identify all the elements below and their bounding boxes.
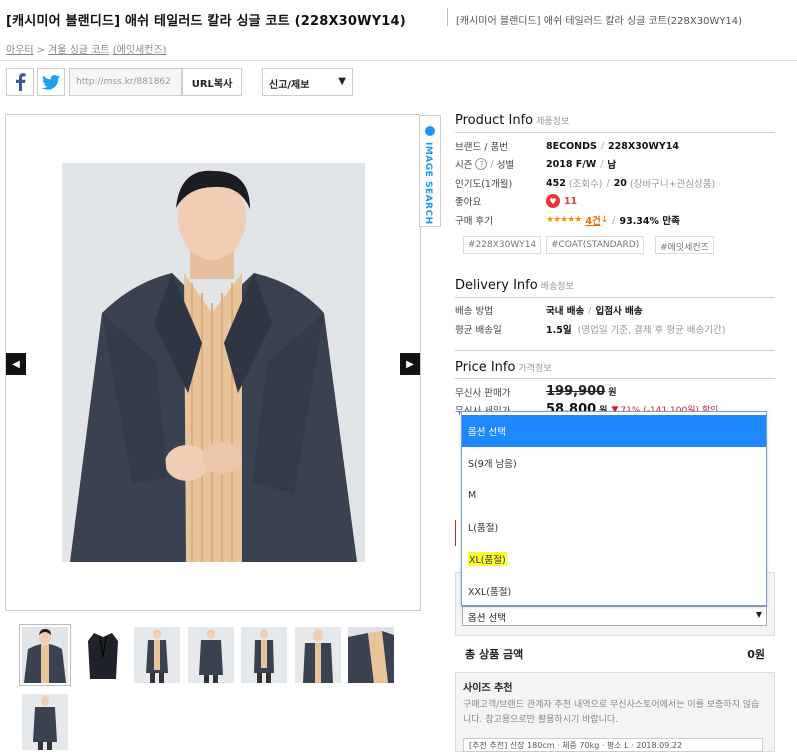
tag-chip[interactable]: #COAT(STANDARD) <box>546 236 645 254</box>
product-code: 228X30WY14 <box>608 140 679 152</box>
main-product-image[interactable] <box>62 163 365 562</box>
popularity-row: 인기도(1개월) 452 (조회수)/ 20 (장바구니+관심상품) <box>455 177 716 191</box>
report-select[interactable]: 신고/제보 ▼ <box>262 68 353 96</box>
option-item[interactable]: S(9개 남음) <box>462 447 766 479</box>
breadcrumb-item-category[interactable]: 겨울 싱글 코트 <box>48 45 110 56</box>
share-url-field[interactable]: http://mss.kr/881862 <box>69 68 182 96</box>
breadcrumb: 아우터 > 겨울 싱글 코트 (에잇세컨즈) <box>6 45 167 56</box>
product-title: [캐시미어 블랜디드] 애쉬 테일러드 칼라 싱글 코트 (228X30WY14… <box>6 14 406 29</box>
breadcrumb-item-brand[interactable]: (에잇세컨즈) <box>113 45 167 56</box>
twitter-icon <box>42 74 60 90</box>
arrow-down-icon: ↓ <box>600 215 609 225</box>
section-divider <box>455 132 775 133</box>
gender-value: 남 <box>607 160 617 171</box>
like-count: 11 <box>564 195 578 207</box>
price-info-title: Price Info 가격정보 <box>455 360 552 375</box>
chevron-down-icon: ▼ <box>338 76 346 87</box>
total-label: 총 상품 금액 <box>465 648 524 661</box>
thumbnail[interactable] <box>80 627 126 683</box>
view-count: 452 <box>546 177 566 189</box>
facebook-share-button[interactable] <box>6 68 34 96</box>
product-info-title: Product Info 제품정보 <box>455 113 570 128</box>
twitter-share-button[interactable] <box>37 68 65 96</box>
review-row: 구매 후기 ★★★★★ 4건 ↓/ 93.34% 만족 <box>455 213 680 228</box>
coupon-edge <box>455 520 459 546</box>
section-divider <box>455 297 775 298</box>
option-select[interactable]: 옵션 선택 ▼ <box>462 606 767 626</box>
thumbnail[interactable] <box>188 627 234 683</box>
satisfaction-value: 93.34% 만족 <box>619 216 680 227</box>
size-recommend-desc: 구매고객/브랜드 관계자 추천 내역으로 무신사스토어에서는 이를 보증하지 않… <box>463 700 760 725</box>
image-search-label: IMAGE SEARCH <box>423 142 433 225</box>
thumbnail[interactable] <box>22 694 68 750</box>
brand-link[interactable]: 8ECONDS <box>546 141 597 152</box>
option-item[interactable]: 옵션 선택 <box>462 415 766 447</box>
season-value: 2018 F/W <box>546 158 597 170</box>
title-divider <box>447 8 448 26</box>
image-search-button[interactable]: IMAGE SEARCH <box>419 115 441 227</box>
product-subtitle: [캐시미어 블랜디드] 애쉬 테일러드 칼라 싱글 코트(228X30WY14) <box>456 16 743 27</box>
section-divider <box>455 378 775 379</box>
thumbnail[interactable] <box>134 627 180 683</box>
size-recommend-title: 사이즈 추천 <box>463 683 513 694</box>
image-search-icon <box>425 126 435 136</box>
total-value: 0원 <box>747 648 765 661</box>
delivery-method-row: 배송 방법 국내 배송 / 입점사 배송 <box>455 304 643 318</box>
tag-chip[interactable]: #228X30WY14 <box>463 236 542 254</box>
help-icon[interactable]: ? <box>475 158 488 170</box>
header-divider <box>0 60 797 61</box>
thumbnail[interactable] <box>19 624 71 686</box>
season-row: 시즌 ? / 성별 2018 F/W / 남 <box>455 158 617 171</box>
facebook-icon <box>16 73 26 91</box>
cart-count: 20 <box>613 177 627 189</box>
report-label: 신고/제보 <box>269 80 310 91</box>
delivery-info-title: Delivery Info 배송정보 <box>455 278 574 293</box>
next-image-button[interactable]: ▶ <box>400 353 420 375</box>
section-divider <box>455 350 775 351</box>
star-rating-icon: ★★★★★ <box>546 215 582 225</box>
thumbnail[interactable] <box>241 627 287 683</box>
option-item[interactable]: L(품절) <box>462 511 766 543</box>
chevron-down-icon: ▼ <box>755 610 762 619</box>
option-item[interactable]: M <box>462 479 766 511</box>
url-copy-button[interactable]: URL복사 <box>182 68 242 96</box>
likes-row: 좋아요 ♥ 11 <box>455 194 578 208</box>
total-price-box: 총 상품 금액 0원 <box>455 635 775 673</box>
prev-image-button[interactable]: ◀ <box>6 353 26 375</box>
breadcrumb-item-outer[interactable]: 아우터 <box>6 45 34 56</box>
model-coat-illustration <box>62 163 365 562</box>
option-item[interactable]: XL(품절) <box>462 543 766 575</box>
thumbnail[interactable] <box>348 627 394 683</box>
option-dropdown-list[interactable]: 옵션 선택 S(9개 남음) M L(품절) XL(품절) XXL(품절) <box>461 411 767 606</box>
delivery-avg-row: 평균 배송일 1.5일 (영업일 기준, 결제 후 평균 배송기간) <box>455 325 726 336</box>
review-count-link[interactable]: 4건 <box>585 213 600 227</box>
list-price: 199,900 <box>546 384 606 399</box>
thumbnail[interactable] <box>295 627 341 683</box>
size-recommend-entry[interactable]: [추천 추천] 신장 180cm · 체중 70kg · 평소 L · 2018… <box>463 738 763 752</box>
option-item[interactable]: XXL(품절) <box>462 575 766 607</box>
tag-chip[interactable]: #에잇세컨즈 <box>655 236 714 254</box>
heart-icon[interactable]: ♥ <box>546 194 560 208</box>
list-price-row: 무신사 판매가 199,900 원 <box>455 384 617 399</box>
brand-row: 브랜드 / 품번 8ECONDS/ 228X30WY14 <box>455 140 679 154</box>
